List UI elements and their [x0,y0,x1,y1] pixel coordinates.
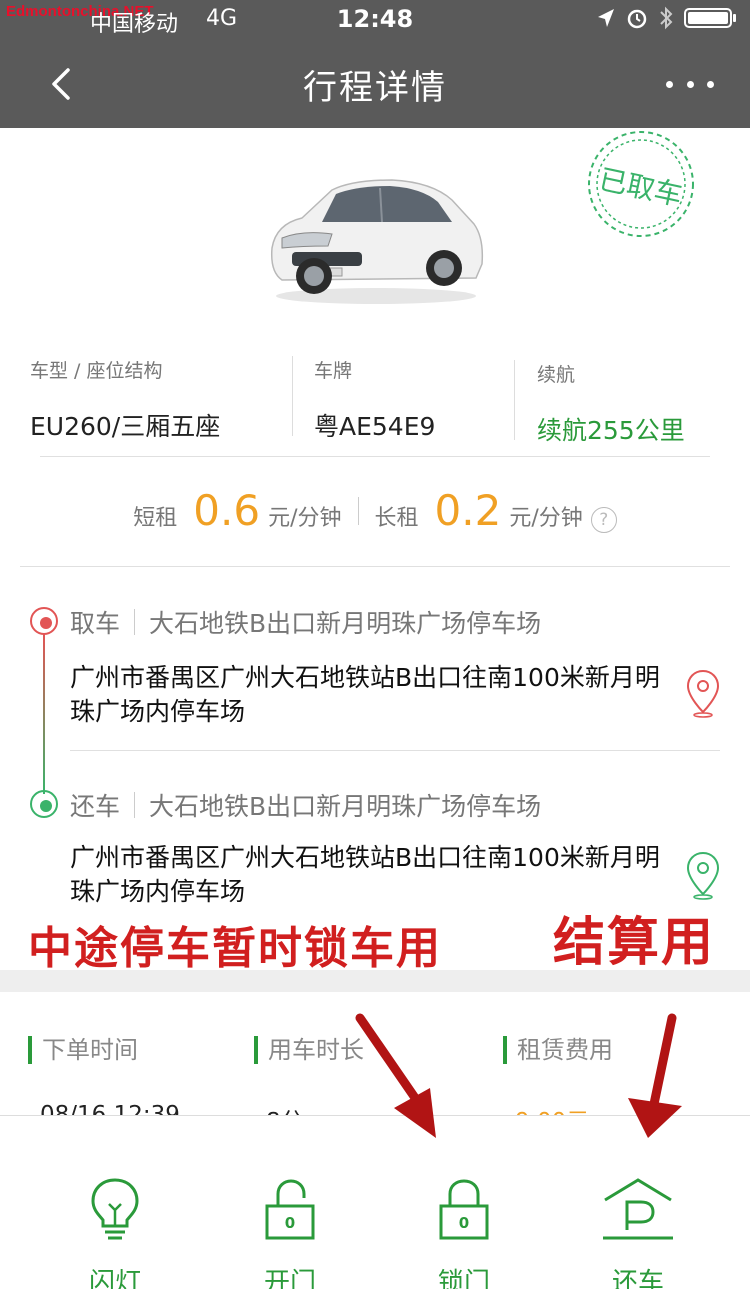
svg-text:0: 0 [459,1214,469,1232]
return-map-pin-icon[interactable] [685,850,721,900]
spec-plate: 车牌 粤AE54E9 [314,356,435,443]
battery-icon [684,8,736,28]
long-rent-price: 0.2 [434,486,502,535]
divider [357,497,359,525]
arrow-icon [355,1013,436,1138]
toolbar-label: 闪灯 [88,1268,141,1289]
lock-icon: 0 [439,1179,489,1240]
location-arrow-icon [598,9,614,27]
spec-label: 续航 [537,364,576,386]
divider [134,609,136,635]
divider [20,566,730,567]
settle-annotation: 结算用 [553,913,716,973]
pickup-station: 大石地铁B出口新月明珠广场停车场 [149,609,542,638]
nav-bar: 行程详情 [0,40,750,128]
arrow-icon [628,1013,682,1138]
return-header: 还车 大石地铁B出口新月明珠广场停车场 [70,787,541,823]
divider [292,356,293,436]
pickup-map-pin-icon[interactable] [685,668,721,718]
return-station: 大石地铁B出口新月明珠广场停车场 [149,792,542,821]
bluetooth-icon [660,6,673,30]
divider [134,792,136,818]
return-type: 还车 [70,792,121,821]
section-gap [0,970,750,992]
divider [40,456,710,457]
toolbar-label: 还车 [611,1268,664,1289]
short-rent-unit: 元/分钟 [268,506,342,531]
return-address: 广州市番禺区广州大石地铁站B出口往南100米新月明珠广场内停车场 [70,843,660,906]
unlock-icon: 0 [265,1179,315,1240]
more-dot-icon [686,80,694,88]
spec-label: 车型 / 座位结构 [30,360,163,382]
spec-label: 车牌 [314,360,353,382]
info-label: 租赁费用 [503,1036,613,1064]
parking-icon [603,1178,673,1240]
alarm-icon [627,9,647,29]
divider [70,750,720,751]
divider [514,360,515,440]
toolbar-label: 锁门 [437,1268,490,1289]
bulb-icon [91,1178,139,1240]
svg-text:0: 0 [285,1214,295,1232]
pickup-dot [30,607,58,635]
more-button[interactable] [666,68,714,100]
more-dot-icon [707,80,714,88]
info-label: 下单时间 [28,1036,180,1064]
page-title: 行程详情 [303,68,447,108]
pickup-type: 取车 [70,609,121,638]
toolbar-label: 开门 [263,1268,316,1289]
return-dot [30,790,58,818]
pickup-header: 取车 大石地铁B出口新月明珠广场停车场 [70,604,541,640]
spec-value: EU260/三厢五座 [30,412,221,441]
timeline-line [43,634,45,794]
spec-model: 车型 / 座位结构 EU260/三厢五座 [30,356,220,443]
pricing-row: 短租 0.6 元/分钟 长租 0.2 元/分钟 ? [0,486,750,535]
spec-value: 粤AE54E9 [314,412,436,441]
unlock-button[interactable]: 0 开门 [235,1176,345,1289]
status-stamp: 已取车 [585,128,697,240]
lock-button[interactable]: 0 锁门 [409,1176,519,1289]
pickup-address: 广州市番禺区广州大石地铁站B出口往南100米新月明珠广场内停车场 [70,663,660,726]
more-dot-icon [666,80,673,88]
lock-annotation: 中途停车暂时锁车用 [28,923,442,974]
status-icons [596,6,738,30]
return-car-button[interactable]: 还车 [583,1176,693,1289]
short-rent-price: 0.6 [193,486,261,535]
spec-range: 续航 续航255公里 [537,360,685,447]
status-bar: Edmontonchina.NET 中国移动 4G 12:48 [0,0,750,40]
long-rent-label: 长租 [374,506,419,531]
flash-lights-button[interactable]: 闪灯 [60,1176,170,1289]
car-image [270,179,484,304]
info-label: 用车时长 [254,1036,364,1064]
spec-value: 续航255公里 [537,416,685,445]
long-rent-unit: 元/分钟 [509,506,583,531]
help-icon[interactable]: ? [590,507,617,533]
short-rent-label: 短租 [133,506,178,531]
